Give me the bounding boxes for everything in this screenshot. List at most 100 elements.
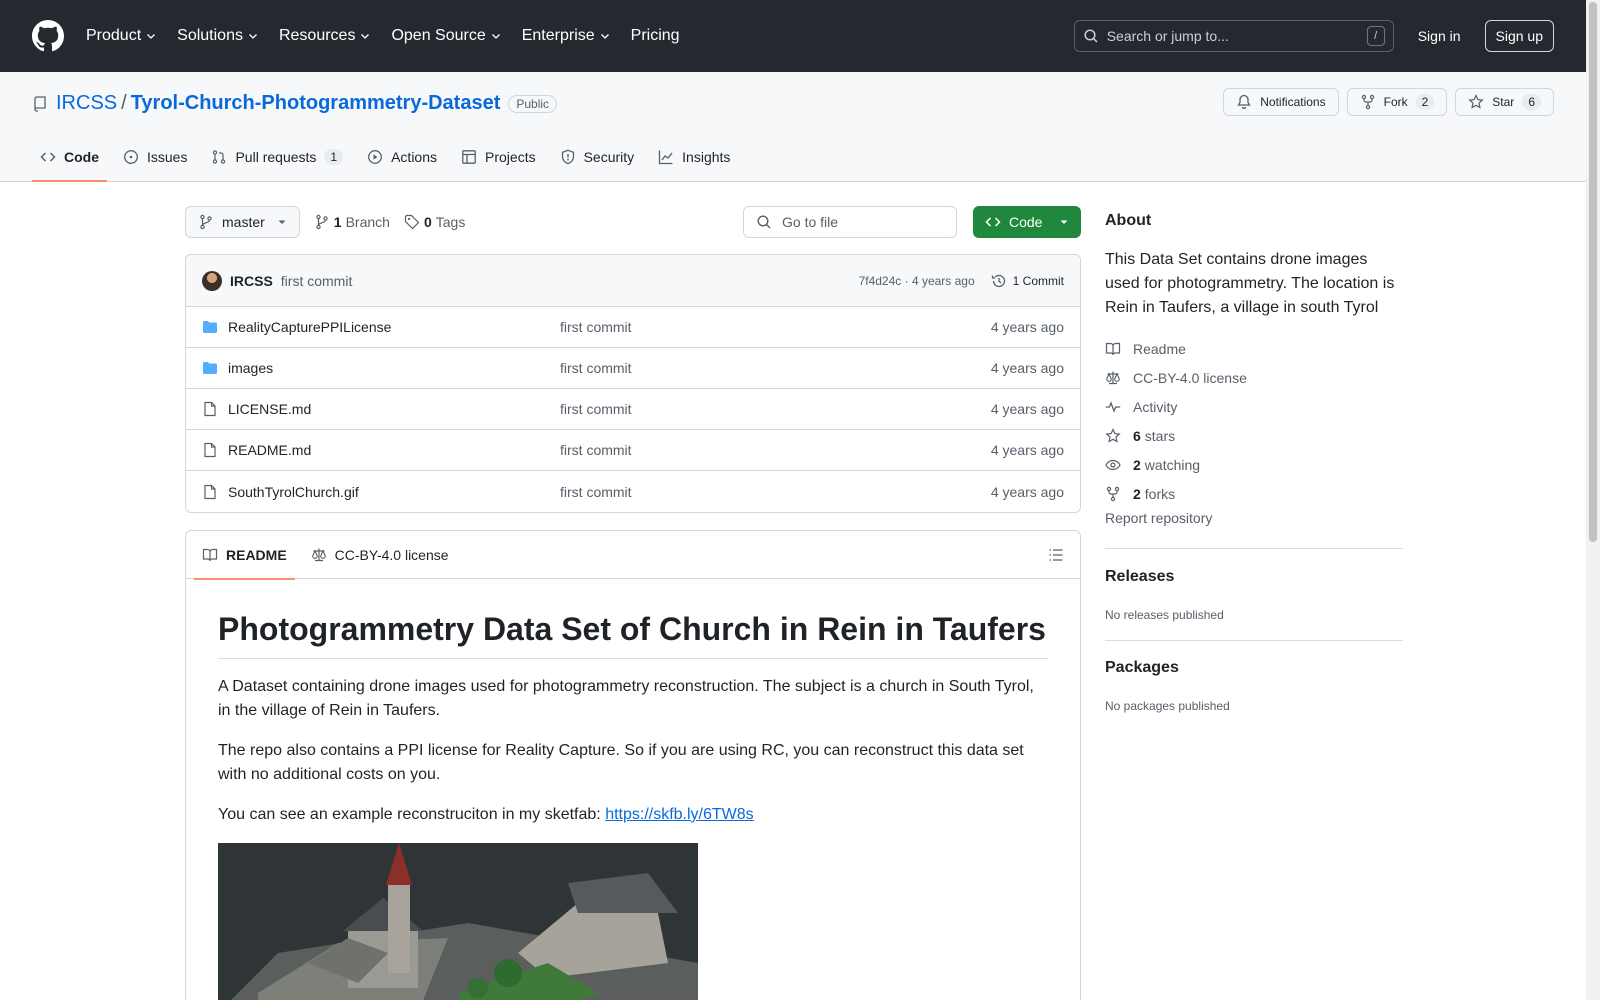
readme-title: Photogrammetry Data Set of Church in Rei… [218,611,1048,659]
report-repository-link[interactable]: Report repository [1105,510,1212,526]
readme-tab-label: README [226,546,287,563]
commit-message[interactable]: first commit [281,273,353,289]
license-tab-label: CC-BY-4.0 license [334,546,449,563]
tab-issues[interactable]: Issues [115,133,195,181]
global-search-input[interactable]: Search or jump to... / [1073,20,1394,52]
packages-heading[interactable]: Packages [1105,659,1179,677]
repo-owner-link[interactable]: IRCSS [56,92,117,115]
site-header: Product Solutions Resources Open Source … [0,0,1586,72]
tab-projects[interactable]: Projects [453,133,544,181]
sidebar-divider [1105,548,1403,549]
code-dropdown-button[interactable]: Code [973,206,1081,238]
readme-tabs: README CC-BY-4.0 license [186,531,1080,580]
nav-solutions[interactable]: Solutions [177,27,259,45]
tab-code[interactable]: Code [32,133,107,182]
book-icon [1105,342,1121,355]
table-row: SouthTyrolChurch.gif first commit 4 year… [186,471,1080,512]
releases-heading[interactable]: Releases [1105,568,1174,586]
file-name[interactable]: RealityCapturePPILicense [228,319,560,335]
sign-in-link[interactable]: Sign in [1418,28,1461,44]
file-name[interactable]: LICENSE.md [228,401,560,417]
license-link[interactable]: CC-BY-4.0 license [1105,363,1247,392]
file-commit-message[interactable]: first commit [560,442,991,458]
tab-license[interactable]: CC-BY-4.0 license [303,531,457,579]
file-name[interactable]: README.md [228,442,560,458]
book-icon [202,548,218,561]
scrollbar-thumb[interactable] [1589,2,1597,542]
tab-security[interactable]: Security [552,133,643,181]
list-outline-icon[interactable] [1048,547,1064,563]
go-to-file-placeholder: Go to file [782,214,839,230]
nav-open-source[interactable]: Open Source [391,27,501,45]
commit-hash-time[interactable]: 7f4d24c · 4 years ago [859,274,975,288]
nav-label: Product [86,27,142,44]
stars-link[interactable]: 6 stars [1105,421,1247,450]
chevron-down-icon [491,34,500,39]
star-label: Star [1492,95,1515,109]
forks-link[interactable]: 2 forks [1105,479,1247,508]
watching-link[interactable]: 2 watching [1105,450,1247,479]
branch-icon [200,214,212,230]
star-button[interactable]: Star 6 [1455,88,1554,116]
commit-history-link[interactable]: 1 Commit [991,273,1064,289]
nav-product[interactable]: Product [86,27,157,45]
readme-panel: README CC-BY-4.0 license Photogrammetry … [185,530,1081,1000]
branches-link[interactable]: 1 Branch [314,214,390,230]
go-to-file-input[interactable]: Go to file [743,206,957,238]
file-commit-message[interactable]: first commit [560,360,991,376]
bell-icon [1237,94,1251,110]
tab-actions[interactable]: Actions [359,133,445,181]
folder-icon [203,362,217,374]
file-commit-message[interactable]: first commit [560,484,991,500]
fork-label: Fork [1383,95,1408,109]
table-row: README.md first commit 4 years ago [186,430,1080,471]
activity-link-label: Activity [1133,398,1178,415]
nav-enterprise[interactable]: Enterprise [522,27,611,45]
branch-select-button[interactable]: master [185,206,300,238]
watching-count: 2 [1133,456,1141,473]
graph-icon [659,150,673,165]
avatar[interactable] [202,270,222,291]
sign-up-button[interactable]: Sign up [1484,20,1554,52]
file-name[interactable]: images [228,360,560,376]
file-name[interactable]: SouthTyrolChurch.gif [228,484,560,500]
repo-name-link[interactable]: Tyrol-Church-Photogrammetry-Dataset [131,92,501,115]
sketchfab-link[interactable]: https://skfb.ly/6TW8s [605,806,753,823]
nav-resources[interactable]: Resources [279,27,371,45]
readme-link-label: Readme [1133,340,1186,357]
about-links: Readme CC-BY-4.0 license Activity 6 star… [1105,334,1247,508]
tab-label: Pull requests [235,149,317,165]
github-logo-icon[interactable] [32,20,64,52]
activity-link[interactable]: Activity [1105,392,1247,421]
tag-count: 0 [423,214,432,230]
commit-author[interactable]: IRCSS [230,273,273,289]
visibility-badge: Public [508,94,558,113]
file-browser: IRCSS first commit 7f4d24c · 4 years ago… [185,254,1081,513]
law-icon [311,548,326,561]
search-shortcut-key: / [1366,26,1385,46]
tab-pull-requests[interactable]: Pull requests 1 [203,133,351,181]
nav-label: Pricing [630,27,680,44]
tab-insights[interactable]: Insights [650,133,738,181]
readme-link[interactable]: Readme [1105,334,1247,363]
tab-readme[interactable]: README [194,531,295,580]
tags-link[interactable]: 0 Tags [404,214,465,230]
shield-icon [561,149,574,165]
nav-label: Solutions [177,27,243,44]
law-icon [1106,371,1120,384]
table-icon [462,150,476,164]
caret-down-icon [1060,220,1068,224]
page-scrollbar[interactable] [1586,0,1600,1000]
file-commit-message[interactable]: first commit [560,401,991,417]
tab-label: Actions [391,149,438,165]
fork-button[interactable]: Fork 2 [1346,88,1448,116]
notifications-label: Notifications [1260,95,1326,109]
tab-label: Projects [485,149,536,165]
branch-name: master [222,214,265,230]
nav-pricing[interactable]: Pricing [631,27,680,45]
tab-label: Code [64,149,99,165]
file-commit-message[interactable]: first commit [560,319,991,335]
notifications-button[interactable]: Notifications [1223,88,1339,116]
history-icon [991,274,1005,287]
branch-count: 1 [333,214,342,230]
